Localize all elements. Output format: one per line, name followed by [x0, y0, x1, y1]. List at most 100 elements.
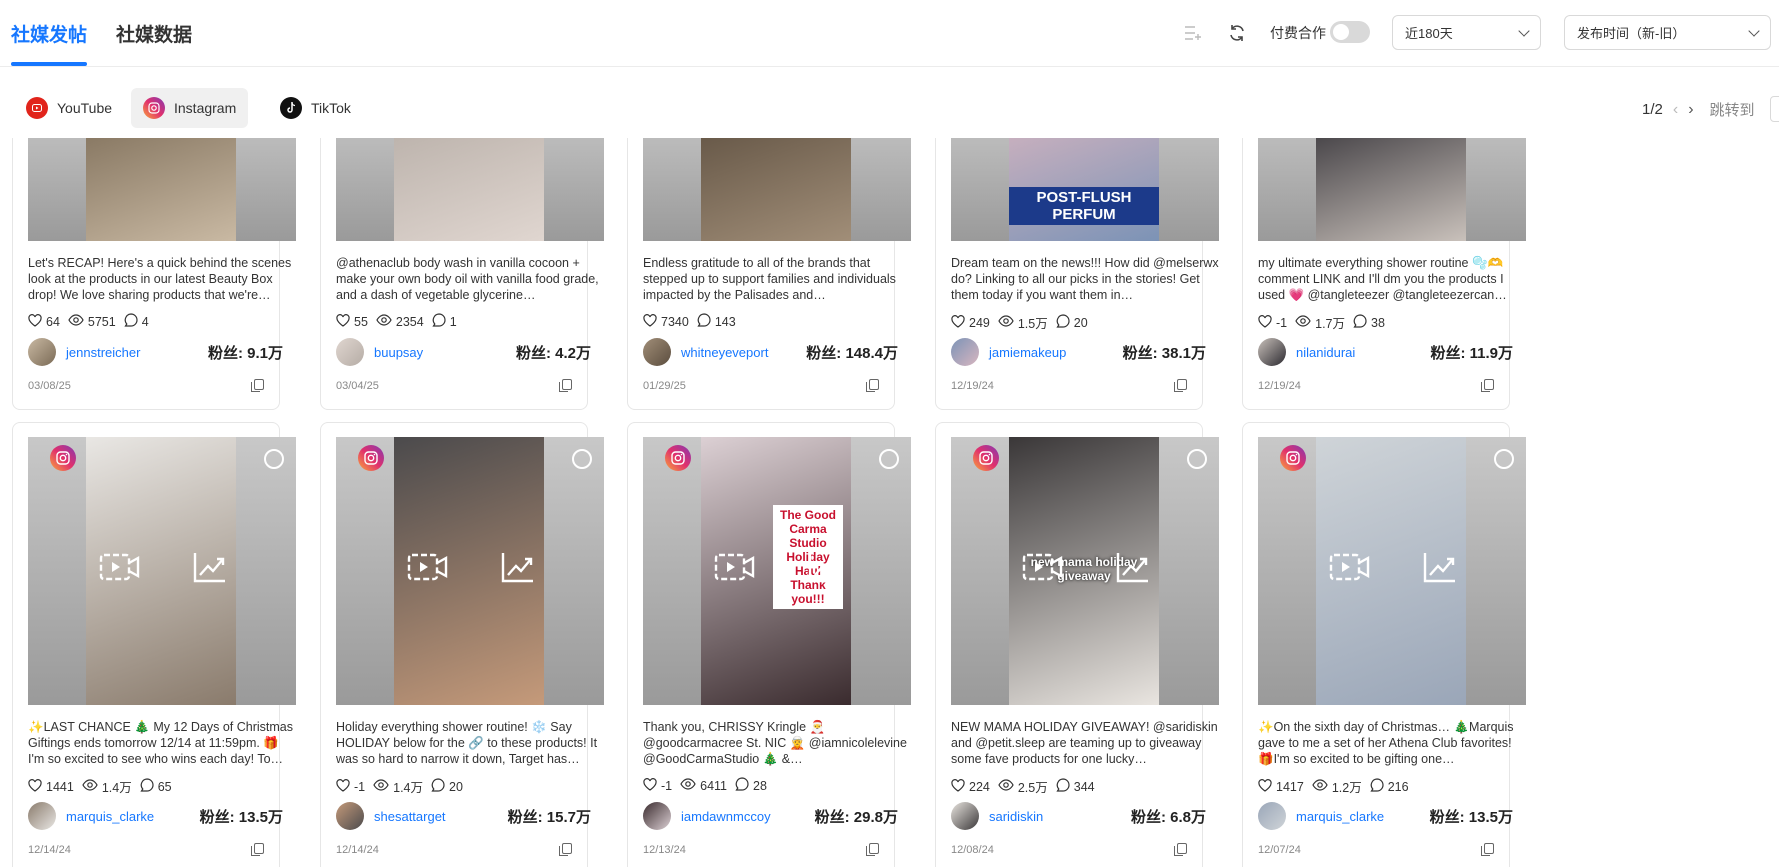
post-caption: Let's RECAP! Here's a quick behind the s… — [28, 256, 292, 302]
copy-icon[interactable] — [559, 379, 572, 392]
avatar[interactable] — [951, 802, 979, 830]
select-radio[interactable] — [1187, 449, 1207, 469]
views-stat: 5751 — [68, 314, 116, 329]
post-thumbnail[interactable] — [28, 138, 296, 241]
author-handle-link[interactable]: whitneyeveport — [681, 345, 768, 360]
select-radio[interactable] — [1494, 449, 1514, 469]
avatar[interactable] — [643, 338, 671, 366]
post-thumbnail[interactable] — [1258, 138, 1526, 241]
analytics-trend-icon[interactable] — [1115, 550, 1151, 590]
refresh-icon[interactable] — [1224, 20, 1250, 46]
analytics-trend-icon[interactable] — [500, 550, 536, 590]
copy-icon[interactable] — [559, 843, 572, 856]
instagram-icon — [665, 445, 691, 471]
post-thumbnail[interactable]: POST-FLUSH PERFUM — [951, 138, 1219, 241]
video-play-icon[interactable] — [1328, 550, 1372, 590]
post-thumbnail[interactable] — [336, 437, 604, 705]
views-count: 2354 — [395, 314, 424, 329]
tab-social-posts[interactable]: 社媒发帖 — [11, 20, 87, 47]
post-card[interactable]: @athenaclub body wash in vanilla cocoon … — [320, 138, 604, 410]
post-thumbnail[interactable]: new mama holiday giveaway — [951, 437, 1219, 705]
heart-icon — [643, 313, 661, 330]
likes-stat: 64 — [28, 313, 60, 330]
jump-to-input[interactable] — [1770, 96, 1779, 122]
post-thumbnail[interactable]: The Good Carma Studio Holiday Haul Thank… — [643, 437, 911, 705]
video-play-icon[interactable] — [98, 550, 142, 590]
post-date: 12/19/24 — [1258, 380, 1301, 392]
post-stats: 7340 143 — [643, 313, 744, 330]
author-handle-link[interactable]: marquis_clarke — [1296, 809, 1384, 824]
post-card[interactable]: my ultimate everything shower routine 🫧🫶… — [1242, 138, 1526, 410]
likes-count: 7340 — [661, 314, 689, 329]
next-page-icon[interactable]: › — [1688, 101, 1693, 119]
jump-to-label: 跳转到 — [1709, 102, 1755, 119]
post-author: jamiemakeup 粉丝: 38.1万 — [951, 338, 1206, 366]
date-range-select[interactable]: 近180天 — [1392, 15, 1541, 50]
avatar[interactable] — [1258, 802, 1286, 830]
platform-youtube[interactable]: YouTube — [14, 88, 124, 128]
copy-icon[interactable] — [1174, 843, 1187, 856]
post-caption: @athenaclub body wash in vanilla cocoon … — [336, 256, 599, 302]
post-card[interactable]: POST-FLUSH PERFUM Dream team on the news!… — [935, 138, 1219, 410]
copy-icon[interactable] — [251, 843, 264, 856]
views-count: 1.4万 — [393, 781, 424, 795]
select-radio[interactable] — [879, 449, 899, 469]
post-card[interactable]: Endless gratitude to all of the brands t… — [627, 138, 911, 410]
copy-icon[interactable] — [866, 843, 879, 856]
likes-count: -1 — [354, 779, 366, 794]
author-handle-link[interactable]: shesattarget — [374, 809, 446, 824]
platform-instagram[interactable]: Instagram — [131, 88, 249, 128]
author-handle-link[interactable]: jennstreicher — [66, 345, 140, 360]
post-thumbnail[interactable] — [643, 138, 911, 241]
select-radio[interactable] — [264, 449, 284, 469]
avatar[interactable] — [1258, 338, 1286, 366]
avatar[interactable] — [951, 338, 979, 366]
post-card[interactable]: ✨On the sixth day of Christmas… 🎄Marquis… — [1242, 422, 1526, 867]
tab-social-data[interactable]: 社媒数据 — [116, 20, 192, 47]
analytics-trend-icon[interactable] — [807, 550, 843, 590]
select-radio[interactable] — [572, 449, 592, 469]
post-card[interactable]: Let's RECAP! Here's a quick behind the s… — [12, 138, 296, 410]
post-caption: NEW MAMA HOLIDAY GIVEAWAY! @saridiskin a… — [951, 720, 1218, 766]
author-handle-link[interactable]: jamiemakeup — [989, 345, 1066, 360]
comments-count: 216 — [1387, 779, 1409, 794]
avatar[interactable] — [643, 802, 671, 830]
avatar[interactable] — [28, 802, 56, 830]
analytics-trend-icon[interactable] — [192, 550, 228, 590]
copy-icon[interactable] — [251, 379, 264, 392]
post-author: whitneyeveport 粉丝: 148.4万 — [643, 338, 898, 366]
author-handle-link[interactable]: iamdawnmccoy — [681, 809, 771, 824]
video-play-icon[interactable] — [406, 550, 450, 590]
platform-tiktok[interactable]: TikTok — [268, 88, 363, 128]
copy-icon[interactable] — [1481, 843, 1494, 856]
video-play-icon[interactable] — [713, 550, 757, 590]
post-card[interactable]: new mama holiday giveaway NEW MAMA HOLIDA… — [935, 422, 1219, 867]
avatar[interactable] — [336, 338, 364, 366]
prev-page-icon[interactable]: ‹ — [1673, 101, 1678, 119]
post-thumbnail[interactable] — [1258, 437, 1526, 705]
author-handle-link[interactable]: buupsay — [374, 345, 423, 360]
analytics-trend-icon[interactable] — [1422, 550, 1458, 590]
copy-icon[interactable] — [1481, 379, 1494, 392]
post-thumbnail[interactable] — [28, 437, 296, 705]
post-card[interactable]: ✨LAST CHANCE 🎄 My 12 Days of Christmas G… — [12, 422, 296, 867]
likes-stat: 249 — [951, 314, 990, 331]
sort-select[interactable]: 发布时间（新-旧） — [1564, 15, 1771, 50]
youtube-icon — [26, 97, 48, 119]
post-date: 01/29/25 — [643, 380, 686, 392]
add-filter-icon[interactable] — [1180, 20, 1206, 46]
author-handle-link[interactable]: marquis_clarke — [66, 809, 154, 824]
post-card[interactable]: The Good Carma Studio Holiday Haul Thank… — [627, 422, 911, 867]
post-card[interactable]: Holiday everything shower routine! ❄️ Sa… — [320, 422, 604, 867]
author-handle-link[interactable]: nilanidurai — [1296, 345, 1355, 360]
post-thumbnail[interactable] — [336, 138, 604, 241]
post-stats: -1 1.7万 38 — [1258, 313, 1393, 332]
copy-icon[interactable] — [1174, 379, 1187, 392]
avatar[interactable] — [28, 338, 56, 366]
video-play-icon[interactable] — [1021, 550, 1065, 590]
author-handle-link[interactable]: saridiskin — [989, 809, 1043, 824]
copy-icon[interactable] — [866, 379, 879, 392]
comments-count: 28 — [753, 778, 767, 793]
avatar[interactable] — [336, 802, 364, 830]
paid-collab-toggle[interactable] — [1330, 21, 1370, 43]
